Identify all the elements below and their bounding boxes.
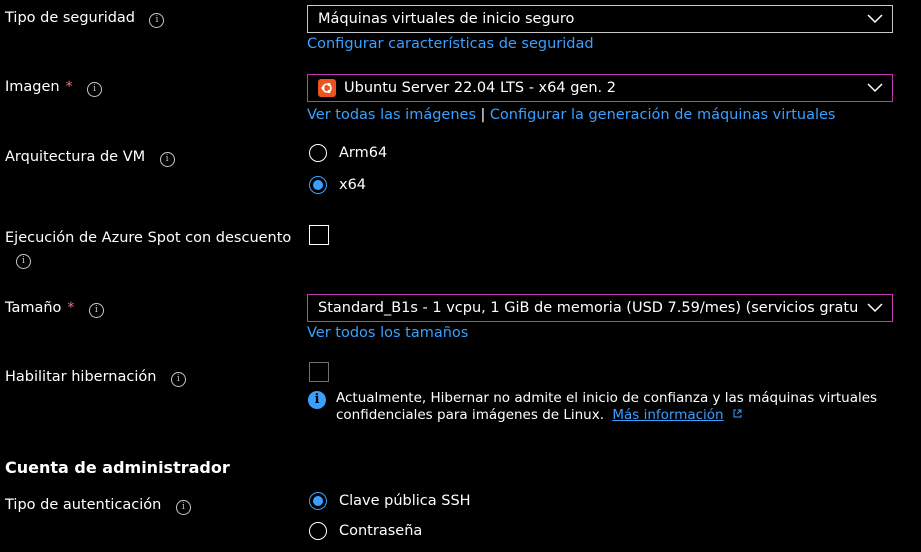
- info-icon[interactable]: i: [170, 372, 186, 387]
- spot-checkbox[interactable]: [309, 225, 329, 245]
- hibernation-label: Habilitar hibernación: [5, 369, 157, 385]
- info-icon[interactable]: i: [159, 152, 175, 167]
- image-label: Imagen: [5, 79, 60, 95]
- info-filled-icon: i: [308, 391, 326, 409]
- image-value: Ubuntu Server 22.04 LTS - x64 gen. 2: [344, 80, 616, 96]
- required-marker: *: [65, 79, 73, 95]
- hibernation-row: Habilitar hibernación i: [5, 369, 186, 387]
- image-row: Imagen * i: [5, 79, 103, 97]
- hibernation-note: Actualmente, Hibernar no admite el inici…: [336, 390, 877, 424]
- radio-label: Clave pública SSH: [339, 493, 471, 509]
- auth-option-ssh[interactable]: Clave pública SSH: [309, 492, 471, 510]
- info-icon[interactable]: i: [16, 254, 31, 269]
- architecture-option-x64[interactable]: x64: [309, 176, 366, 194]
- info-icon[interactable]: i: [88, 303, 104, 318]
- info-icon[interactable]: i: [149, 13, 165, 28]
- security-type-row: Tipo de seguridad i: [5, 10, 165, 28]
- radio-label: Contraseña: [339, 523, 423, 539]
- architecture-label: Arquitectura de VM: [5, 149, 146, 165]
- see-all-sizes-link[interactable]: Ver todos los tamaños: [307, 325, 468, 341]
- auth-option-password[interactable]: Contraseña: [309, 522, 422, 540]
- configure-security-link[interactable]: Configurar características de seguridad: [307, 36, 594, 52]
- security-type-label: Tipo de seguridad: [5, 10, 136, 26]
- chevron-down-icon: [867, 14, 883, 24]
- note-line: Actualmente, Hibernar no admite el inici…: [336, 390, 878, 406]
- required-marker: *: [67, 300, 75, 316]
- auth-type-label: Tipo de autenticación: [5, 497, 162, 513]
- auth-type-row: Tipo de autenticación i: [5, 497, 191, 515]
- info-icon[interactable]: i: [87, 82, 103, 97]
- size-dropdown[interactable]: Standard_B1s - 1 vcpu, 1 GiB de memoria …: [307, 294, 893, 322]
- security-type-value: Máquinas virtuales de inicio seguro: [318, 11, 575, 27]
- note-line-2: confidenciales para imágenes de Linux. M…: [336, 407, 877, 424]
- architecture-row: Arquitectura de VM i: [5, 149, 175, 167]
- chevron-down-icon: [867, 83, 883, 93]
- security-type-dropdown[interactable]: Máquinas virtuales de inicio seguro: [307, 5, 893, 33]
- size-value: Standard_B1s - 1 vcpu, 1 GiB de memoria …: [318, 300, 858, 316]
- image-links: Ver todas las imágenes | Configurar la g…: [307, 107, 835, 123]
- configure-vm-generation-link[interactable]: Configurar la generación de máquinas vir…: [490, 107, 836, 123]
- radio-button[interactable]: [309, 144, 327, 162]
- spot-label: Ejecución de Azure Spot con descuento: [5, 230, 292, 246]
- radio-button[interactable]: [309, 522, 327, 540]
- size-label: Tamaño: [5, 300, 62, 316]
- architecture-option-arm64[interactable]: Arm64: [309, 144, 387, 162]
- info-icon[interactable]: i: [175, 500, 191, 515]
- link-separator: |: [480, 107, 486, 123]
- see-all-images-link[interactable]: Ver todas las imágenes: [307, 107, 476, 123]
- external-link-icon: [733, 409, 742, 418]
- radio-button-selected[interactable]: [309, 176, 327, 194]
- chevron-down-icon: [867, 303, 883, 313]
- image-dropdown[interactable]: Ubuntu Server 22.04 LTS - x64 gen. 2: [307, 74, 893, 102]
- more-info-link[interactable]: Más información: [612, 407, 723, 423]
- ubuntu-icon: [318, 79, 336, 97]
- size-row: Tamaño * i: [5, 300, 104, 318]
- note-text: confidenciales para imágenes de Linux.: [336, 407, 605, 423]
- admin-section-title: Cuenta de administrador: [5, 458, 230, 477]
- radio-label: Arm64: [339, 145, 388, 161]
- hibernation-checkbox: [309, 362, 329, 382]
- radio-button-selected[interactable]: [309, 492, 327, 510]
- radio-label: x64: [339, 177, 367, 193]
